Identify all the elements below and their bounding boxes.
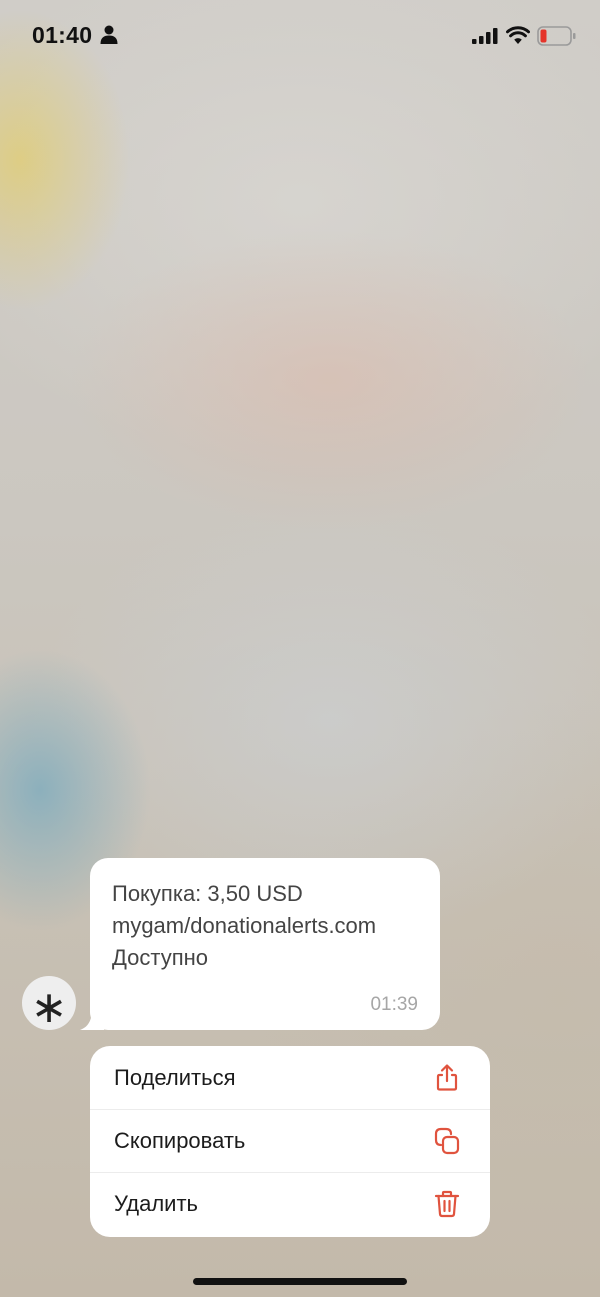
menu-item-share[interactable]: Поделиться — [90, 1046, 490, 1109]
message-bubble[interactable]: Покупка: 3,50 USD mygam/donationalerts.c… — [90, 858, 440, 1030]
asterisk-icon: ∗ — [30, 983, 68, 1032]
message-time: 01:39 — [370, 994, 418, 1015]
cellular-signal-icon — [472, 28, 498, 44]
message-line: Покупка: 3,50 USD — [112, 881, 303, 906]
status-bar: 01:40 — [0, 0, 600, 70]
menu-item-label: Поделиться — [114, 1064, 236, 1090]
message-line: mygam/donationalerts.com — [112, 913, 377, 938]
menu-item-label: Удалить — [114, 1191, 198, 1216]
status-time: 01:40 — [32, 22, 93, 48]
home-indicator[interactable] — [193, 1278, 407, 1285]
person-icon — [100, 25, 118, 44]
sender-avatar[interactable]: ∗ — [22, 976, 76, 1030]
battery-low-icon — [537, 26, 576, 46]
context-menu: Поделиться Скопировать Удалить — [90, 1046, 490, 1237]
menu-item-delete[interactable]: Удалить — [90, 1172, 490, 1235]
trash-icon — [434, 1190, 460, 1218]
share-icon — [436, 1063, 458, 1091]
menu-item-label: Скопировать — [114, 1128, 246, 1153]
wifi-icon — [506, 26, 530, 44]
copy-icon — [434, 1127, 460, 1155]
menu-item-copy[interactable]: Скопировать — [90, 1109, 490, 1172]
message-line: Доступно — [112, 945, 209, 970]
